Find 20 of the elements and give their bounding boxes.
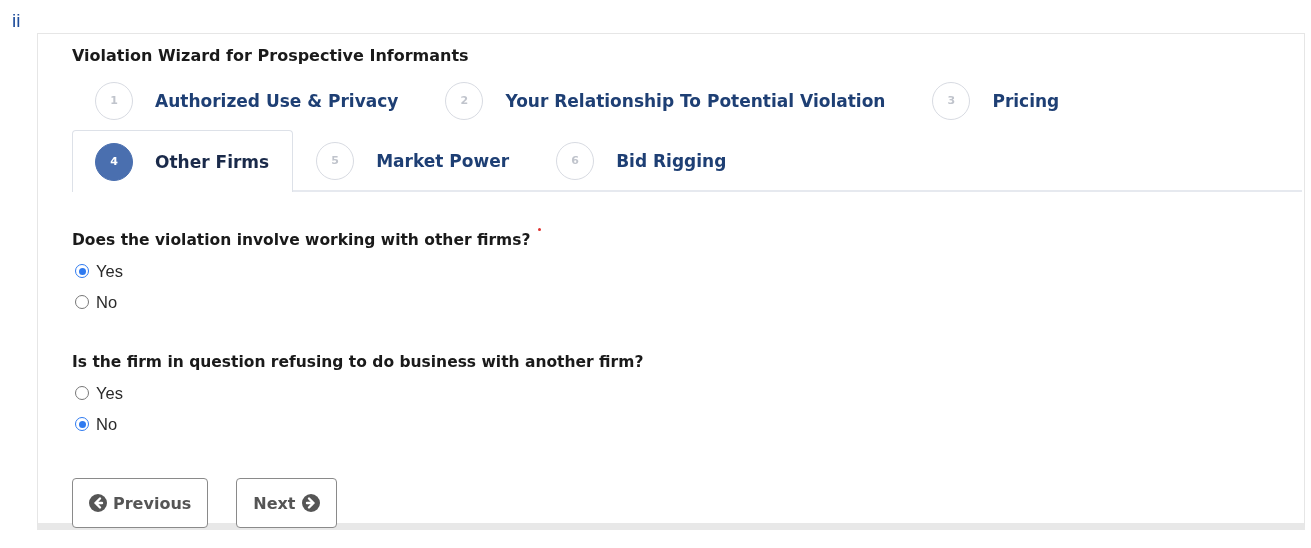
page-marker: ii: [11, 9, 22, 33]
right-arrow-circle-icon: [301, 494, 320, 512]
left-arrow-circle-icon: [89, 494, 107, 512]
question-text: Does the violation involve working with other firms?: [72, 230, 531, 250]
radio-label: Yes: [96, 383, 123, 403]
step-tab[interactable]: 5 Market Power: [293, 130, 534, 190]
next-button[interactable]: Next: [236, 478, 337, 528]
step-tab[interactable]: 2 Your Relationship To Potential Violation: [422, 70, 910, 130]
step-tab[interactable]: 4 Other Firms: [72, 130, 294, 192]
wizard-title: Violation Wizard for Prospective Informants: [72, 46, 470, 66]
previous-button[interactable]: Previous: [72, 478, 209, 528]
radio-label: No: [96, 414, 118, 434]
step-tab[interactable]: 6 Bid Rigging: [533, 130, 751, 190]
step-number: 4: [95, 142, 133, 181]
required-marker: [538, 228, 542, 231]
step-tab[interactable]: 1 Authorized Use & Privacy: [72, 70, 423, 130]
radio-label: No: [96, 292, 118, 312]
step-tab[interactable]: 3 Pricing: [909, 70, 1084, 130]
radio-label: Yes: [96, 261, 123, 281]
question-text: Is the firm in question refusing to do business with another firm?: [72, 352, 644, 372]
